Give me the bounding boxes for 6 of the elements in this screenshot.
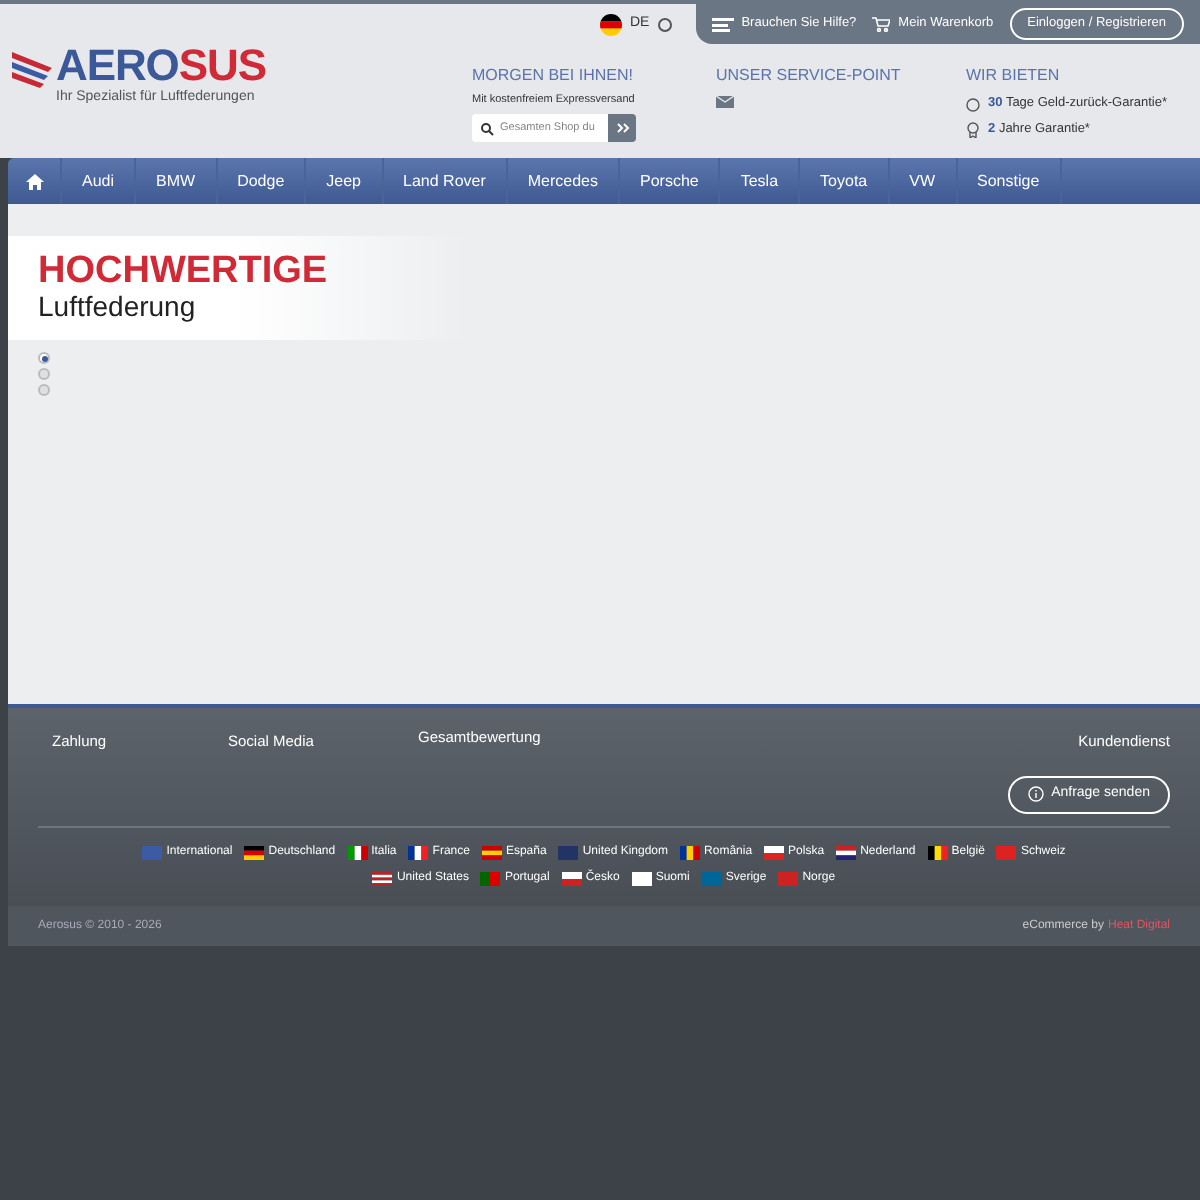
offers-title: WIR BIETEN bbox=[966, 64, 1062, 88]
service-title: UNSER SERVICE-POINT bbox=[716, 64, 903, 88]
logo[interactable]: AEROSUS bbox=[12, 44, 472, 88]
hero-subtitle: Luftfederung bbox=[38, 290, 198, 325]
delivery-title: MORGEN BEI IHNEN! bbox=[472, 64, 635, 88]
hero-title: HOCHWERTIGE bbox=[38, 252, 330, 290]
